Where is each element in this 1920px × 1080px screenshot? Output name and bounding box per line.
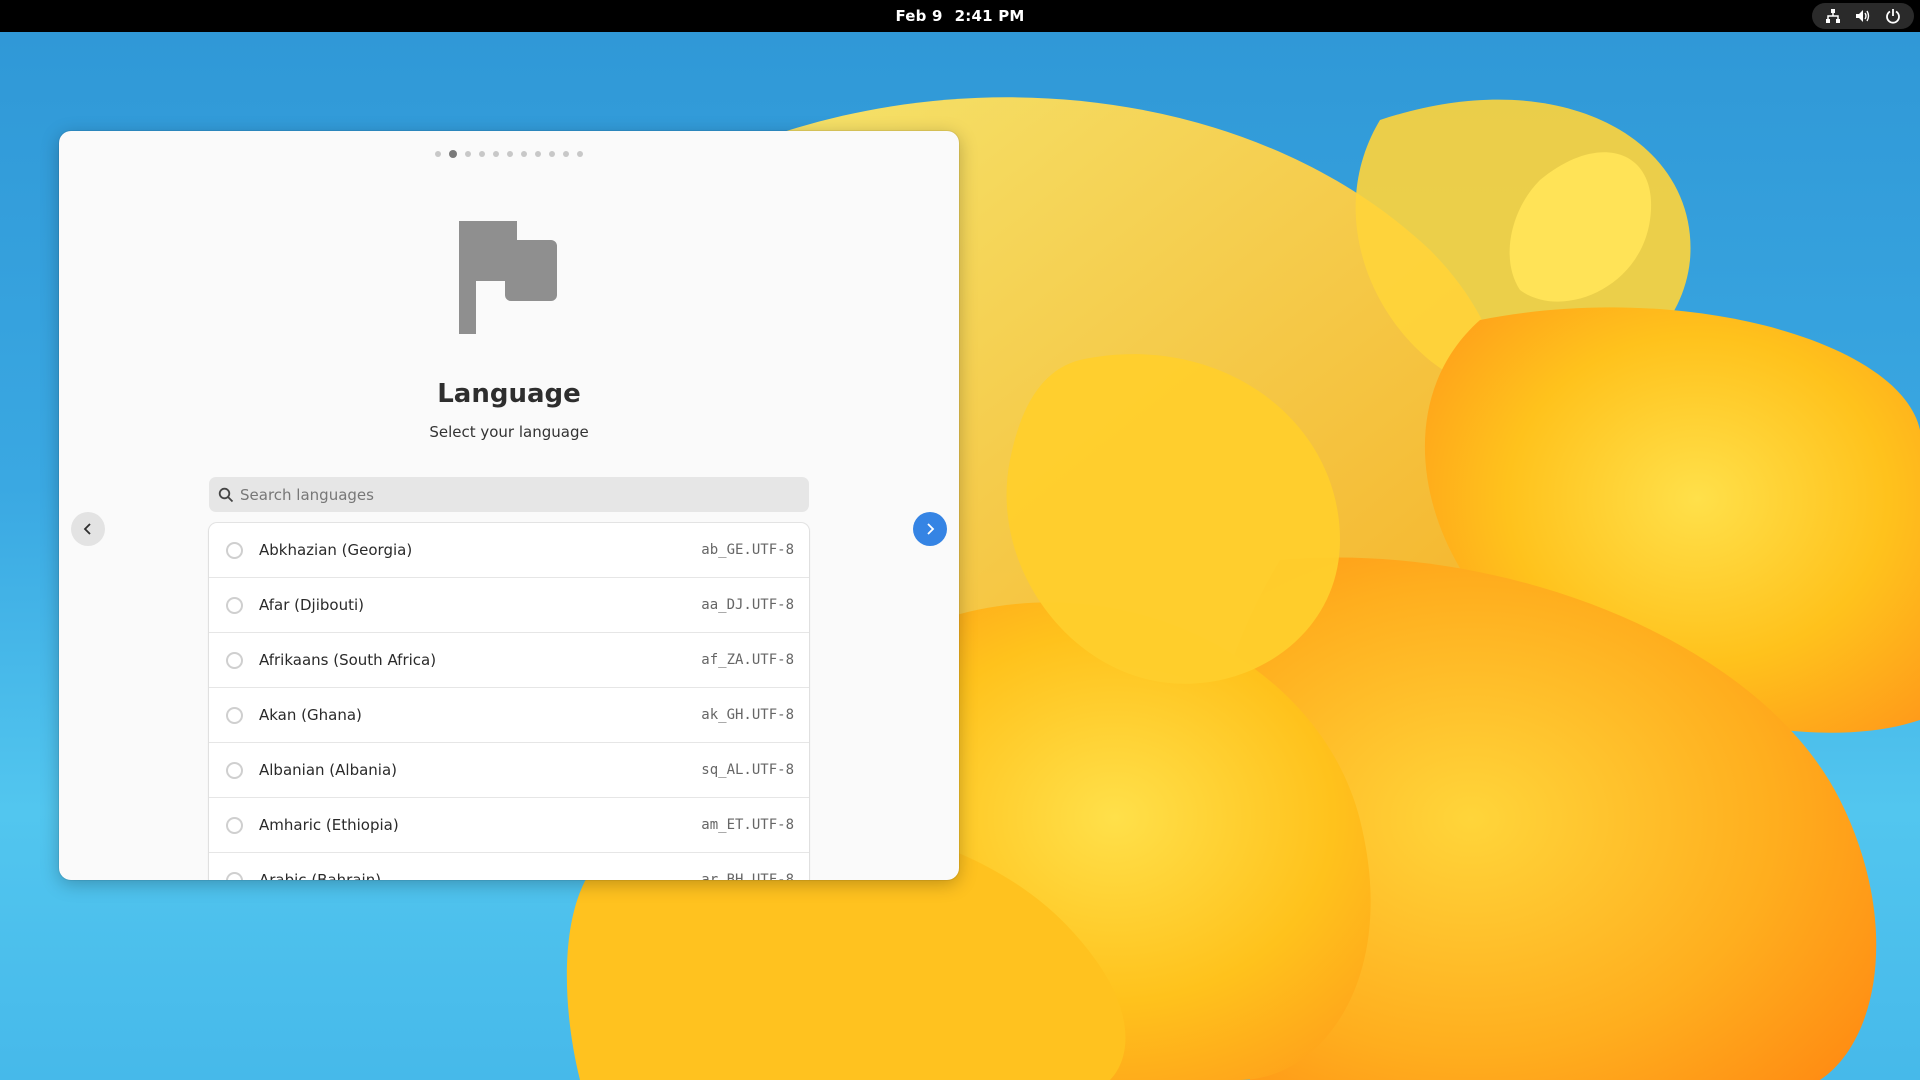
clock-date: Feb 9 xyxy=(895,7,943,25)
language-list[interactable]: Abkhazian (Georgia) ab_GE.UTF-8 Afar (Djib… xyxy=(209,523,809,880)
page-title: Language xyxy=(437,379,581,409)
language-row[interactable]: Akan (Ghana) ak_GH.UTF-8 xyxy=(209,688,809,743)
language-name: Afrikaans (South Africa) xyxy=(259,651,437,669)
page-dot xyxy=(563,151,569,157)
system-status-menu[interactable] xyxy=(1812,3,1914,29)
network-icon xyxy=(1823,6,1843,26)
page-indicator xyxy=(59,150,959,158)
locale-code: ab_GE.UTF-8 xyxy=(701,542,794,558)
language-row[interactable]: Afar (Djibouti) aa_DJ.UTF-8 xyxy=(209,578,809,633)
locale-code: af_ZA.UTF-8 xyxy=(701,652,794,668)
search-field[interactable] xyxy=(209,477,809,512)
chevron-right-icon xyxy=(927,523,935,535)
language-radio[interactable] xyxy=(226,871,243,880)
language-name: Amharic (Ethiopia) xyxy=(259,816,399,834)
language-radio[interactable] xyxy=(226,761,243,779)
page-dot xyxy=(465,151,471,157)
locale-code: ar_BH.UTF-8 xyxy=(701,872,794,880)
initial-setup-window: Language Select your language Abkhazian … xyxy=(59,131,959,880)
page-dot xyxy=(449,150,457,158)
page-subtitle: Select your language xyxy=(429,423,589,441)
search-icon xyxy=(218,487,234,502)
language-radio[interactable] xyxy=(226,541,243,559)
page-dot xyxy=(577,151,583,157)
page-dot xyxy=(479,151,485,157)
top-bar: Feb 9 2:41 PM xyxy=(0,0,1920,32)
back-button[interactable] xyxy=(71,512,105,546)
power-icon xyxy=(1883,6,1903,26)
page-dot xyxy=(535,151,541,157)
next-button[interactable] xyxy=(913,512,947,546)
language-radio[interactable] xyxy=(226,596,243,614)
language-name: Albanian (Albania) xyxy=(259,761,397,779)
flag-icon xyxy=(459,221,559,336)
clock-button[interactable]: Feb 9 2:41 PM xyxy=(0,0,1920,32)
language-name: Afar (Djibouti) xyxy=(259,596,364,614)
locale-code: sq_AL.UTF-8 xyxy=(701,762,794,778)
language-radio[interactable] xyxy=(226,816,243,834)
chevron-left-icon xyxy=(83,523,91,535)
locale-code: aa_DJ.UTF-8 xyxy=(701,597,794,613)
language-radio[interactable] xyxy=(226,706,243,724)
language-name: Abkhazian (Georgia) xyxy=(259,541,413,559)
locale-code: ak_GH.UTF-8 xyxy=(701,707,794,723)
language-radio[interactable] xyxy=(226,651,243,669)
page-dot xyxy=(493,151,499,157)
language-row[interactable]: Abkhazian (Georgia) ab_GE.UTF-8 xyxy=(209,523,809,578)
locale-code: am_ET.UTF-8 xyxy=(701,817,794,833)
language-row[interactable]: Amharic (Ethiopia) am_ET.UTF-8 xyxy=(209,798,809,853)
page-dot xyxy=(507,151,513,157)
language-name: Akan (Ghana) xyxy=(259,706,362,724)
language-name: Arabic (Bahrain) xyxy=(259,871,382,880)
page-dot xyxy=(549,151,555,157)
page-dot xyxy=(435,151,441,157)
language-row[interactable]: Afrikaans (South Africa) af_ZA.UTF-8 xyxy=(209,633,809,688)
search-input[interactable] xyxy=(240,478,809,511)
clock-time: 2:41 PM xyxy=(954,7,1025,25)
language-row[interactable]: Arabic (Bahrain) ar_BH.UTF-8 xyxy=(209,853,809,880)
volume-icon xyxy=(1853,6,1873,26)
page-dot xyxy=(521,151,527,157)
language-row[interactable]: Albanian (Albania) sq_AL.UTF-8 xyxy=(209,743,809,798)
